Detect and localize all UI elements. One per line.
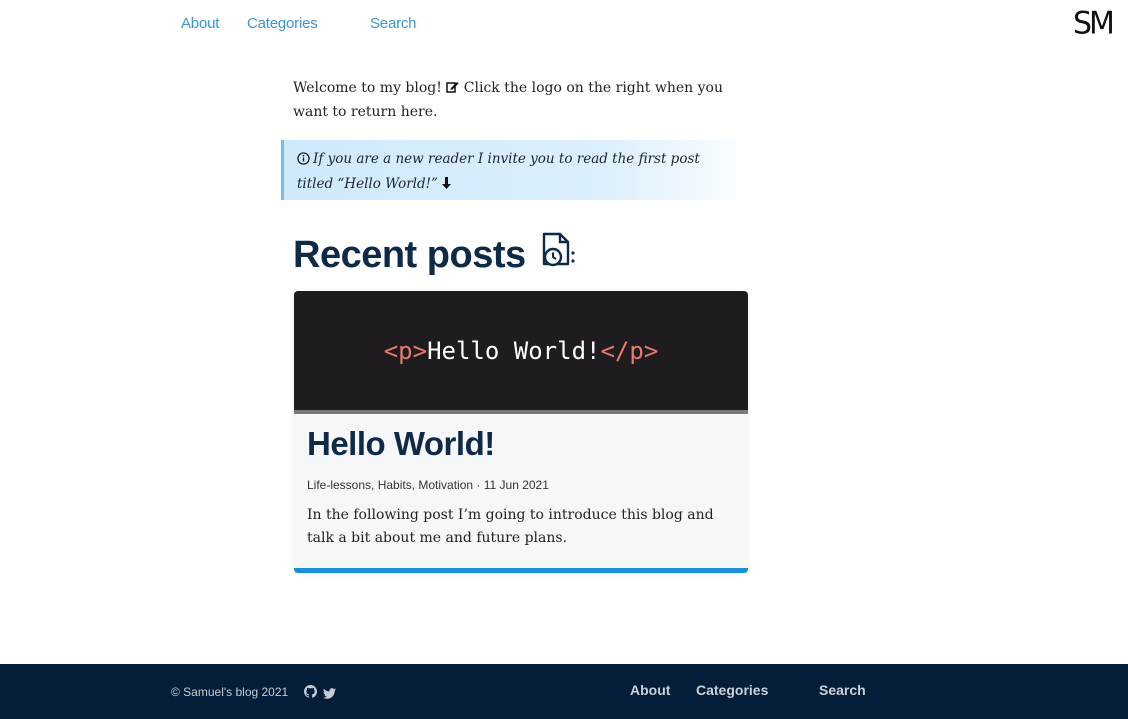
top-nav: About Categories Search SM [0,0,1128,50]
nav-search-link[interactable]: Search [370,15,417,32]
post-description: In the following post I’m going to intro… [307,507,714,546]
callout-text: If you are a new reader I invite you to … [297,151,700,192]
intro-text-part1: Welcome to my blog! [293,80,447,96]
edit-pen-icon [446,78,459,101]
site-logo[interactable]: SM [1073,5,1115,42]
recent-posts-heading: Recent posts [293,231,576,279]
post-meta: Life-lessons, Habits, Motivation · 11 Ju… [307,478,549,492]
nav-about-link[interactable]: About [181,15,219,32]
arrow-down-icon [441,174,452,197]
post-card[interactable]: <p> Hello World! </p> Hello World! Life-le… [294,291,748,573]
code-text: Hello World! [427,336,601,365]
intro-text: Welcome to my blog! Click the logo on th… [293,77,733,124]
recent-posts-title: Recent posts [293,233,526,276]
twitter-icon[interactable] [323,686,336,704]
footer-about-link[interactable]: About [630,682,670,698]
new-reader-callout: If you are a new reader I invite you to … [281,140,736,200]
code-close-tag: </p> [600,336,659,365]
post-card-image[interactable]: <p> Hello World! </p> [294,291,748,414]
post-card-accent-bar [294,568,748,573]
info-circle-icon [297,150,310,173]
footer-categories-link[interactable]: Categories [696,682,768,698]
document-clock-icon [538,231,576,279]
github-icon[interactable] [304,685,318,703]
post-title[interactable]: Hello World! [307,425,495,463]
site-footer: © Samuel's blog 2021 About Categories Se… [0,664,1128,719]
footer-search-link[interactable]: Search [819,682,866,698]
copyright-text: © Samuel's blog 2021 [171,685,289,699]
code-open-tag: <p> [383,336,428,365]
nav-categories-link[interactable]: Categories [247,15,318,32]
